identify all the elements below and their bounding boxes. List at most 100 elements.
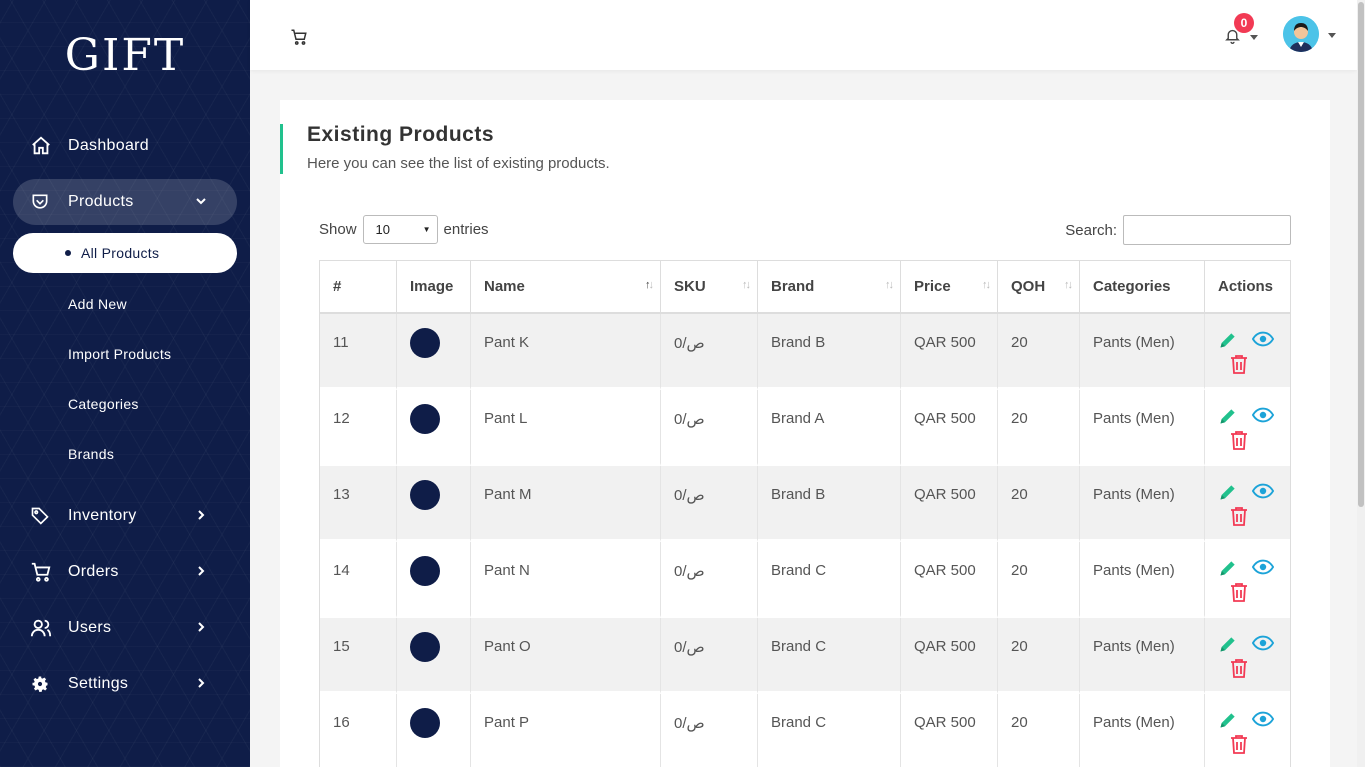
delete-icon[interactable] [1230, 430, 1248, 450]
product-thumbnail [410, 632, 440, 662]
cell-price: QAR 500 [901, 694, 998, 767]
table-row: 16 Pant P ص/0 Brand C QAR 500 20 Pants (… [320, 694, 1290, 767]
delete-icon[interactable] [1230, 506, 1248, 526]
sidebar-item-label: Dashboard [68, 137, 149, 154]
delete-icon[interactable] [1230, 658, 1248, 678]
chevron-right-icon [195, 676, 207, 692]
column-header-qoh[interactable]: QOH ↑↓ [998, 261, 1080, 314]
page-title: Existing Products [307, 123, 495, 146]
avatar[interactable] [1283, 16, 1319, 52]
sidebar-item-dashboard[interactable]: Dashboard [13, 123, 237, 169]
cell-name: Pant P [471, 694, 661, 767]
chevron-down-icon [195, 194, 207, 210]
cell-id: 15 [320, 618, 397, 694]
cart-icon[interactable] [290, 28, 308, 50]
view-icon[interactable] [1252, 558, 1274, 578]
column-header-number[interactable]: # [320, 261, 397, 314]
cell-category: Pants (Men) [1080, 618, 1205, 694]
column-header-price[interactable]: Price ↑↓ [901, 261, 998, 314]
delete-icon[interactable] [1230, 582, 1248, 602]
cell-image [397, 542, 471, 618]
users-icon [30, 617, 60, 639]
sidebar-item-orders[interactable]: Orders [13, 549, 237, 595]
table-row: 13 Pant M ص/0 Brand B QAR 500 20 Pants (… [320, 466, 1290, 542]
edit-icon[interactable] [1218, 330, 1238, 350]
sidebar-subitem-label: All Products [81, 245, 160, 261]
view-icon[interactable] [1252, 634, 1274, 654]
product-thumbnail [410, 556, 440, 586]
page-subtitle: Here you can see the list of existing pr… [307, 155, 610, 172]
entries-select[interactable]: 10 ▼ [362, 215, 438, 244]
cell-name: Pant O [471, 618, 661, 694]
view-icon[interactable] [1252, 406, 1274, 426]
column-header-sku[interactable]: SKU ↑↓ [661, 261, 758, 314]
view-icon[interactable] [1252, 330, 1274, 350]
chevron-down-icon[interactable] [1328, 33, 1336, 38]
cell-id: 14 [320, 542, 397, 618]
view-icon[interactable] [1252, 710, 1274, 730]
cell-qoh: 20 [998, 618, 1080, 694]
show-label: Show [319, 221, 357, 238]
chevron-down-icon[interactable] [1250, 35, 1258, 40]
delete-icon[interactable] [1230, 354, 1248, 374]
cell-sku: ص/0 [661, 390, 758, 466]
sidebar-subitem-import-products[interactable]: Import Products [13, 334, 237, 374]
view-icon[interactable] [1252, 482, 1274, 502]
sidebar-subitem-label: Import Products [68, 346, 172, 362]
sidebar-item-products[interactable]: Products [13, 179, 237, 225]
column-header-name[interactable]: Name ↑↓ [471, 261, 661, 314]
sidebar-subitem-brands[interactable]: Brands [13, 434, 237, 474]
search-input[interactable] [1123, 215, 1291, 245]
scrollbar-thumb[interactable] [1358, 2, 1364, 507]
cell-qoh: 20 [998, 314, 1080, 390]
cell-price: QAR 500 [901, 314, 998, 390]
cell-name: Pant L [471, 390, 661, 466]
page-scrollbar[interactable] [1357, 0, 1365, 767]
shield-icon [30, 192, 60, 212]
sidebar-subitem-categories[interactable]: Categories [13, 384, 237, 424]
cell-category: Pants (Men) [1080, 314, 1205, 390]
sort-icon: ↑↓ [645, 279, 654, 291]
cell-sku: ص/0 [661, 618, 758, 694]
sidebar-subitem-label: Categories [68, 396, 139, 412]
cell-image [397, 618, 471, 694]
edit-icon[interactable] [1218, 406, 1238, 426]
home-icon [30, 135, 60, 157]
sort-icon: ↑↓ [885, 279, 894, 291]
delete-icon[interactable] [1230, 734, 1248, 754]
sidebar-subitem-add-new[interactable]: Add New [13, 284, 237, 324]
cell-actions [1205, 542, 1290, 618]
sidebar-item-users[interactable]: Users [13, 605, 237, 651]
entries-length-control: Show 10 ▼ entries [319, 215, 489, 244]
sidebar-subitem-all-products[interactable]: All Products [13, 233, 237, 273]
bullet-icon [65, 250, 71, 256]
sidebar-item-settings[interactable]: Settings [13, 661, 237, 707]
column-header-brand[interactable]: Brand ↑↓ [758, 261, 901, 314]
edit-icon[interactable] [1218, 482, 1238, 502]
product-thumbnail [410, 404, 440, 434]
edit-icon[interactable] [1218, 710, 1238, 730]
edit-icon[interactable] [1218, 558, 1238, 578]
product-thumbnail [410, 328, 440, 358]
table-row: 14 Pant N ص/0 Brand C QAR 500 20 Pants (… [320, 542, 1290, 618]
sidebar-item-label: Products [68, 193, 134, 210]
cell-category: Pants (Men) [1080, 390, 1205, 466]
sidebar: GIFT Dashboard Products All Products Add… [0, 0, 250, 767]
cell-qoh: 20 [998, 694, 1080, 767]
cell-actions [1205, 466, 1290, 542]
cell-brand: Brand C [758, 694, 901, 767]
sidebar-item-inventory[interactable]: Inventory [13, 493, 237, 539]
cell-brand: Brand A [758, 390, 901, 466]
top-bar: 0 [250, 0, 1357, 70]
sidebar-subitem-label: Brands [68, 446, 115, 462]
cell-brand: Brand B [758, 314, 901, 390]
chevron-right-icon [195, 564, 207, 580]
products-card: Existing Products Here you can see the l… [280, 100, 1330, 767]
app-logo[interactable]: GIFT [0, 30, 250, 81]
edit-icon[interactable] [1218, 634, 1238, 654]
cell-image [397, 314, 471, 390]
cell-actions [1205, 618, 1290, 694]
cell-sku: ص/0 [661, 694, 758, 767]
cell-qoh: 20 [998, 466, 1080, 542]
table-row: 12 Pant L ص/0 Brand A QAR 500 20 Pants (… [320, 390, 1290, 466]
